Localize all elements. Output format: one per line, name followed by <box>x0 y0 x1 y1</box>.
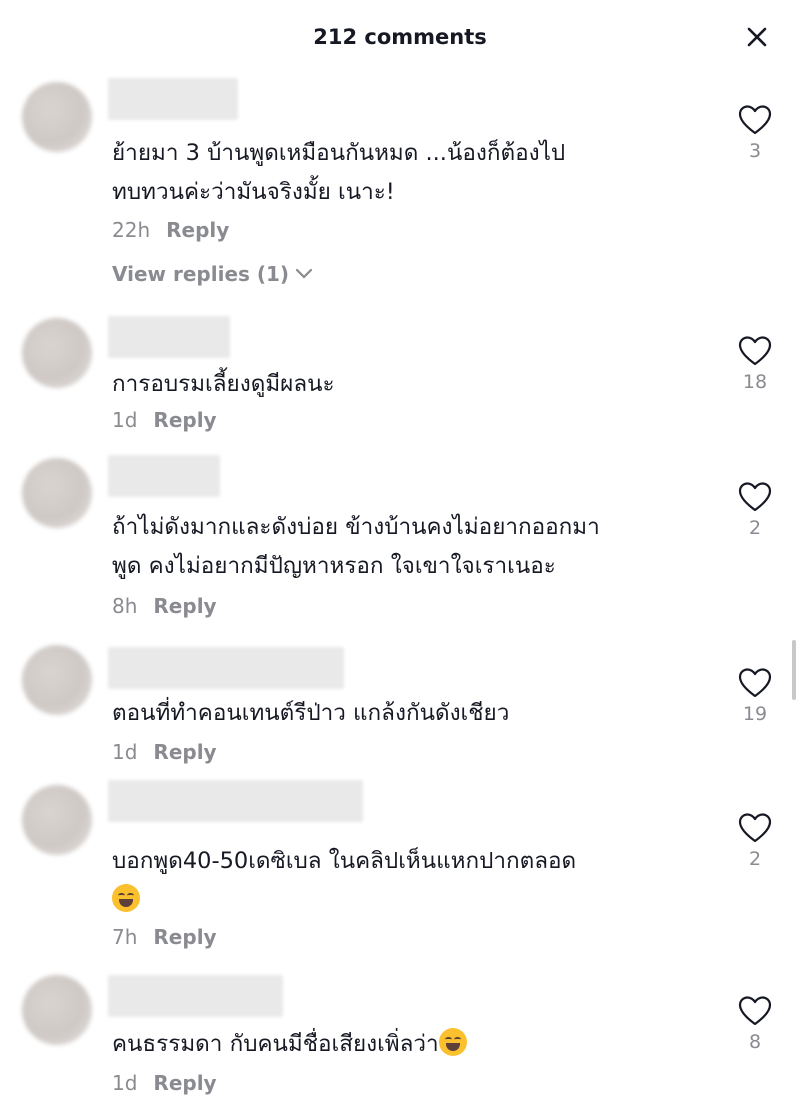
comment-meta: 22h Reply <box>112 218 229 242</box>
close-button[interactable] <box>740 20 774 54</box>
comment-time: 1d <box>112 1071 138 1095</box>
heart-outline-icon <box>738 668 772 698</box>
username-blurred[interactable] <box>108 780 363 822</box>
comment-text-line: ย้ายมา 3 บ้านพูดเหมือนกันหมด ...น้องก็ต้… <box>112 140 566 166</box>
comment-text-line: คนธรรมดา กับคนมีชื่อเสียงเพิ่ลว่า <box>112 1025 712 1064</box>
reply-button[interactable]: Reply <box>153 925 216 949</box>
like-count: 2 <box>748 848 762 870</box>
comments-count-title: 212 comments <box>313 25 487 49</box>
tears-of-joy-emoji <box>438 1028 467 1056</box>
reply-button[interactable]: Reply <box>153 408 216 432</box>
heart-outline-icon <box>738 813 772 843</box>
comment-text: ย้ายมา 3 บ้านพูดเหมือนกันหมด ...น้องก็ต้… <box>112 134 712 212</box>
like-button[interactable]: 2 <box>735 812 775 870</box>
reply-button[interactable]: Reply <box>153 594 216 618</box>
like-count: 8 <box>748 1031 762 1053</box>
avatar[interactable] <box>22 458 92 528</box>
heart-outline-icon <box>738 336 772 366</box>
comment-meta: 1d Reply <box>112 1071 217 1095</box>
avatar[interactable] <box>22 318 92 388</box>
username-blurred[interactable] <box>108 78 238 120</box>
heart-outline-icon <box>738 996 772 1026</box>
username-blurred[interactable] <box>108 975 283 1017</box>
comment-text: คนธรรมดา กับคนมีชื่อเสียงเพิ่ลว่า <box>112 1025 712 1064</box>
comment-meta: 1d Reply <box>112 408 217 432</box>
chevron-down-icon <box>295 268 313 279</box>
comment-text-line: การอบรมเลี้ยงดูมีผลนะ <box>112 371 335 397</box>
comment-time: 7h <box>112 925 138 949</box>
comment-meta: 8h Reply <box>112 594 217 618</box>
comment-text-line: ถ้าไม่ดังมากและดังบ่อย ข้างบ้านคงไม่อยาก… <box>112 514 600 540</box>
comment-meta: 1d Reply <box>112 740 217 764</box>
like-button[interactable]: 8 <box>735 995 775 1053</box>
comment-text-line: ทบทวนค่ะว่ามันจริงมั้ย เนาะ! <box>112 179 395 205</box>
username-blurred[interactable] <box>108 316 230 358</box>
view-replies-button[interactable]: View replies (1) <box>112 262 313 286</box>
username-blurred[interactable] <box>108 647 344 689</box>
avatar[interactable] <box>22 785 92 855</box>
comment-text-line: บอกพูด40-50เดซิเบล ในคลิปเห็นแหกปากตลอด <box>112 848 577 874</box>
avatar[interactable] <box>22 645 92 715</box>
comments-header: 212 comments <box>0 0 800 74</box>
comment-text: การอบรมเลี้ยงดูมีผลนะ <box>112 365 712 404</box>
comment-text: บอกพูด40-50เดซิเบล ในคลิปเห็นแหกปากตลอด <box>112 842 712 920</box>
close-icon <box>747 27 767 47</box>
comment-meta: 7h Reply <box>112 925 217 949</box>
reply-button[interactable]: Reply <box>153 1071 216 1095</box>
like-button[interactable]: 2 <box>735 481 775 539</box>
comment-text-content: คนธรรมดา กับคนมีชื่อเสียงเพิ่ลว่า <box>112 1031 439 1057</box>
comment-time: 1d <box>112 740 138 764</box>
heart-outline-icon <box>738 482 772 512</box>
comment-time: 22h <box>112 218 151 242</box>
like-button[interactable]: 3 <box>735 104 775 162</box>
comment-text-line: พูด คงไม่อยากมีปัญหาหรอก ใจเขาใจเราเนอะ <box>112 553 556 579</box>
like-count: 3 <box>748 140 762 162</box>
comment-text: ถ้าไม่ดังมากและดังบ่อย ข้างบ้านคงไม่อยาก… <box>112 508 712 586</box>
avatar[interactable] <box>22 975 92 1045</box>
like-button[interactable]: 19 <box>735 667 775 725</box>
view-replies-label: View replies (1) <box>112 262 290 286</box>
like-button[interactable]: 18 <box>735 335 775 393</box>
comment-emoji-line <box>112 881 712 920</box>
avatar[interactable] <box>22 82 92 152</box>
like-count: 18 <box>742 371 768 393</box>
like-count: 2 <box>748 517 762 539</box>
comment-text-line: ตอนที่ทำคอนเทนต์รีป่าว แกล้งกันดังเชียว <box>112 700 510 726</box>
scrollbar[interactable] <box>792 640 796 700</box>
heart-outline-icon <box>738 105 772 135</box>
like-count: 19 <box>742 703 768 725</box>
tears-of-joy-emoji <box>112 884 140 912</box>
comment-text: ตอนที่ทำคอนเทนต์รีป่าว แกล้งกันดังเชียว <box>112 694 712 733</box>
comment-time: 8h <box>112 594 138 618</box>
reply-button[interactable]: Reply <box>166 218 229 242</box>
reply-button[interactable]: Reply <box>153 740 216 764</box>
comment-time: 1d <box>112 408 138 432</box>
username-blurred[interactable] <box>108 455 220 497</box>
